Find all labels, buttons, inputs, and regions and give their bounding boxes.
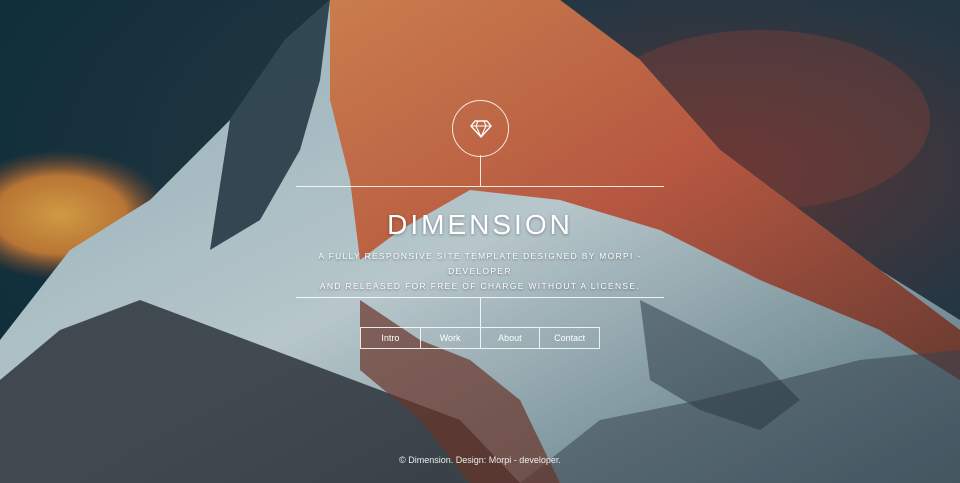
logo: [452, 100, 509, 157]
nav-about[interactable]: About: [479, 328, 540, 348]
subtitle-line-1: A fully responsive site template designe…: [318, 251, 642, 276]
nav-work[interactable]: Work: [419, 328, 480, 348]
header-content: DIMENSION A fully responsive site templa…: [296, 187, 664, 297]
nav-intro[interactable]: Intro: [361, 328, 420, 348]
nav-connector-line: [480, 297, 481, 327]
footer-copyright: © Dimension. Design: Morpi - developer.: [399, 455, 561, 465]
nav-contact[interactable]: Contact: [539, 328, 599, 348]
main-nav: Intro Work About Contact: [360, 327, 600, 349]
diamond-icon: [469, 119, 492, 138]
subtitle: A fully responsive site template designe…: [296, 249, 664, 294]
logo-connector-line: [480, 155, 481, 186]
subtitle-line-2: and released for free of charge without …: [319, 281, 641, 291]
page-title: DIMENSION: [387, 209, 573, 240]
